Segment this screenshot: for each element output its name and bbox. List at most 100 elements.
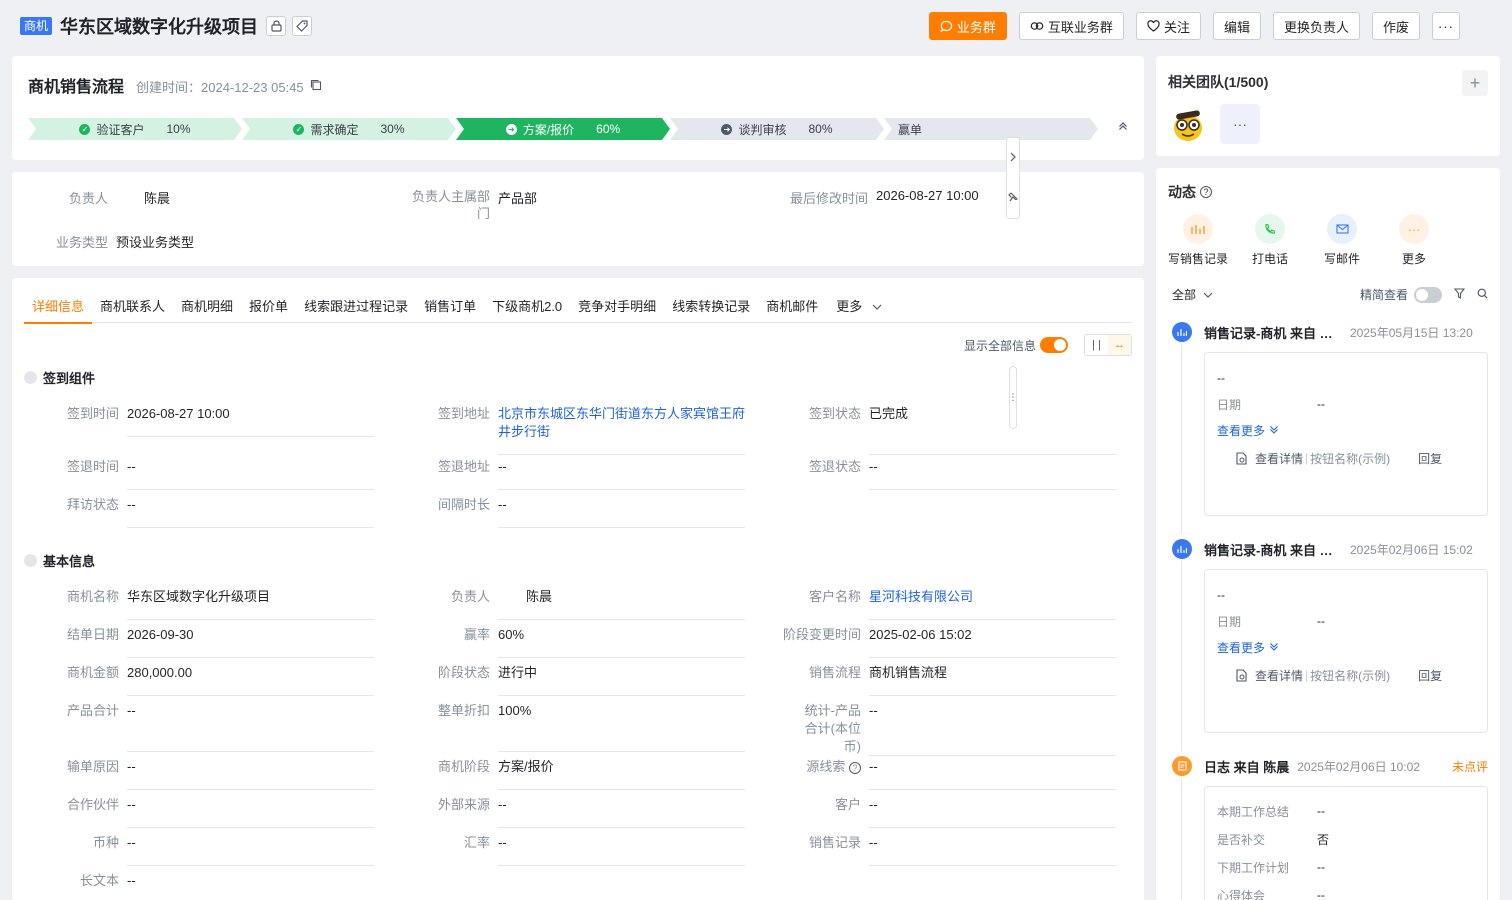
owner-summary-card: 负责人 陈晨 负责人主属部门 产品部 最后修改时间 2026-08-27 10:… bbox=[12, 172, 1144, 266]
tab-competitors[interactable]: 竞争对手明细 bbox=[570, 296, 664, 323]
feed-filter-dropdown[interactable]: 全部 bbox=[1172, 286, 1213, 303]
help-icon[interactable]: ? bbox=[1200, 186, 1212, 198]
collapse-circle-icon bbox=[24, 554, 37, 567]
field-checkin-status: 签到状态 已完成 bbox=[754, 405, 1125, 455]
lock-icon[interactable] bbox=[266, 16, 287, 36]
document-icon bbox=[1236, 451, 1247, 465]
interconnect-group-label: 互联业务群 bbox=[1047, 19, 1113, 35]
tab-contacts[interactable]: 商机联系人 bbox=[92, 296, 173, 323]
change-owner-button[interactable]: 更换负责人 bbox=[1272, 12, 1360, 40]
feed-item-body: -- 日期 -- 查看更多 查看详情 | 按钮名称(示例) 回复 bbox=[1204, 352, 1488, 516]
tab-sub-opportunities[interactable]: 下级商机2.0 bbox=[484, 296, 570, 323]
field-external-source: 外部来源 -- bbox=[383, 796, 754, 828]
view-detail-button[interactable]: 查看详情 bbox=[1255, 450, 1303, 467]
view-more-link[interactable]: 查看更多 bbox=[1217, 417, 1475, 443]
add-member-button[interactable]: + bbox=[1462, 70, 1488, 96]
stage-proposal[interactable]: ➜ 方案/报价 60% bbox=[456, 118, 670, 140]
field-product-total: 产品合计 -- bbox=[12, 702, 383, 752]
quick-write-sales-record[interactable]: 写销售记录 bbox=[1168, 214, 1228, 267]
follow-label: 关注 bbox=[1163, 19, 1190, 35]
log-title[interactable]: 日志 来自 陈晨 bbox=[1204, 757, 1289, 776]
tab-sales-orders[interactable]: 销售订单 bbox=[416, 296, 484, 323]
field-sales-record: 销售记录 -- bbox=[754, 834, 1125, 866]
field-sales-flow: 销售流程 商机销售流程 bbox=[754, 664, 1125, 696]
field-discount: 整单折扣 100% bbox=[383, 702, 754, 752]
team-title: 相关团队(1/500) bbox=[1168, 74, 1269, 90]
check-icon: ✓ bbox=[293, 123, 305, 135]
section-basic-info[interactable]: 基本信息 bbox=[24, 551, 95, 570]
tab-lead-conversion[interactable]: 线索转换记录 bbox=[664, 296, 758, 323]
field-lead-source: 源线索 ? -- bbox=[754, 758, 1125, 790]
more-actions-button[interactable]: ··· bbox=[1432, 12, 1460, 40]
feed-item-log: 日志 来自 陈晨 2025年02月06日 10:02 未点评 本期工作总结 --… bbox=[1172, 756, 1488, 900]
field-stage-change-time: 阶段变更时间 2025-02-06 15:02 bbox=[754, 626, 1125, 658]
tab-detail-info[interactable]: 详细信息 bbox=[24, 296, 93, 324]
chat-icon bbox=[940, 20, 953, 32]
phone-icon bbox=[1255, 214, 1285, 244]
team-card: 相关团队(1/500) + ··· bbox=[1156, 56, 1500, 156]
view-detail-button[interactable]: 查看详情 bbox=[1255, 667, 1303, 684]
search-icon[interactable] bbox=[1477, 288, 1488, 302]
show-all-control: 显示全部信息 | | ↔ bbox=[964, 334, 1132, 356]
field-checkout-status: 签退状态 -- bbox=[754, 458, 1125, 490]
stage-verify-customer[interactable]: ✓ 验证客户 10% bbox=[28, 118, 242, 140]
tab-emails[interactable]: 商机邮件 bbox=[758, 296, 826, 323]
team-more-button[interactable]: ··· bbox=[1220, 104, 1260, 144]
follow-button[interactable]: 关注 bbox=[1135, 12, 1201, 40]
avatar[interactable] bbox=[1168, 104, 1208, 144]
field-owner: 负责人 陈晨 bbox=[383, 588, 754, 620]
tag-icon[interactable] bbox=[292, 16, 313, 36]
quick-more[interactable]: ··· 更多 bbox=[1384, 214, 1444, 267]
side-panel-toggle[interactable] bbox=[1006, 137, 1020, 219]
sales-record-icon bbox=[1172, 539, 1192, 559]
dept-value: 产品部 bbox=[498, 191, 538, 206]
help-icon[interactable]: ? bbox=[849, 762, 861, 774]
collapse-icon[interactable] bbox=[1118, 120, 1128, 134]
record-type-badge: 商机 bbox=[20, 17, 53, 35]
view-more-link[interactable]: 查看更多 bbox=[1217, 634, 1475, 660]
double-chevron-down-icon bbox=[1270, 643, 1278, 651]
interconnect-group-button[interactable]: 互联业务群 bbox=[1018, 12, 1124, 40]
biz-group-button[interactable]: 业务群 bbox=[928, 12, 1007, 40]
reply-button[interactable]: 回复 bbox=[1418, 450, 1442, 467]
biztype-label: 业务类型 bbox=[55, 235, 108, 250]
pin-icon[interactable] bbox=[1008, 192, 1019, 205]
top-bar: 商机 华东区域数字化升级项目 业务群 互联业务群 关注 编辑 更换负责人 作废 … bbox=[0, 0, 1512, 52]
section-checkin[interactable]: 签到组件 bbox=[24, 368, 95, 387]
stage-requirement[interactable]: ✓ 需求确定 30% bbox=[242, 118, 456, 140]
show-all-label: 显示全部信息 bbox=[963, 338, 1036, 353]
reply-button[interactable]: 回复 bbox=[1418, 667, 1442, 684]
edit-button[interactable]: 编辑 bbox=[1212, 12, 1261, 40]
stage-won[interactable]: 赢单 bbox=[884, 118, 1098, 140]
chart-icon bbox=[1183, 214, 1213, 244]
chevron-right-icon[interactable] bbox=[1009, 152, 1017, 165]
feed-item-time: 2025年02月06日 15:02 bbox=[1350, 542, 1473, 557]
tab-lead-followup[interactable]: 线索跟进过程记录 bbox=[296, 296, 416, 323]
copy-icon[interactable] bbox=[310, 79, 322, 91]
tab-quotes[interactable]: 报价单 bbox=[241, 296, 296, 323]
feed-item-title[interactable]: 销售记录-商机 来自 陈晨 bbox=[1204, 540, 1334, 559]
expand-width-icon[interactable]: ↔ bbox=[1108, 335, 1131, 355]
field-amount: 商机金额 280,000.00 bbox=[12, 664, 383, 696]
created-time: 创建时间：2024-12-23 05:45 bbox=[136, 80, 304, 95]
sales-record-icon bbox=[1172, 322, 1192, 342]
check-icon: ✓ bbox=[79, 123, 91, 135]
quick-call[interactable]: 打电话 bbox=[1240, 214, 1300, 267]
page-title: 华东区域数字化升级项目 bbox=[60, 17, 259, 37]
show-all-toggle[interactable] bbox=[1040, 337, 1068, 353]
filter-icon[interactable] bbox=[1453, 287, 1466, 302]
quick-email[interactable]: 写邮件 bbox=[1312, 214, 1372, 267]
sample-action-button[interactable]: 按钮名称(示例) bbox=[1310, 667, 1390, 684]
stage-card-title: 商机销售流程 bbox=[28, 79, 125, 96]
tab-more[interactable]: 更多 bbox=[826, 296, 890, 323]
field-interval: 间隔时长 -- bbox=[383, 496, 754, 528]
void-button[interactable]: 作废 bbox=[1371, 12, 1420, 40]
brief-view-toggle[interactable] bbox=[1414, 286, 1442, 303]
sample-action-button[interactable]: 按钮名称(示例) bbox=[1310, 450, 1390, 467]
feed-item-title[interactable]: 销售记录-商机 来自 陈晨 bbox=[1204, 323, 1334, 342]
collapse-circle-icon bbox=[24, 371, 37, 384]
columns-icon[interactable]: | | bbox=[1085, 335, 1108, 355]
stage-negotiation[interactable]: ➜ 谈判审核 80% bbox=[670, 118, 884, 140]
tab-line-items[interactable]: 商机明细 bbox=[173, 296, 241, 323]
field-stage-status: 阶段状态 进行中 bbox=[383, 664, 754, 696]
